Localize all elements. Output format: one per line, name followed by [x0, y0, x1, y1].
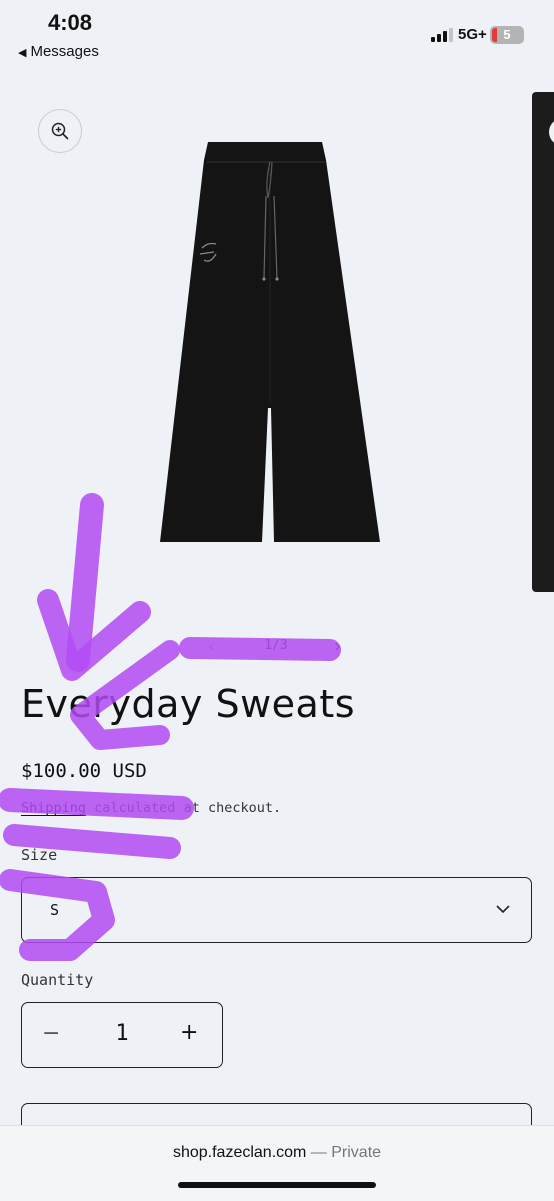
clock: 4:08 — [48, 10, 93, 35]
product-price: $100.00 USD — [21, 760, 147, 782]
network-type: 5G+ — [458, 26, 487, 43]
next-image-preview[interactable] — [532, 92, 554, 592]
slider-controls: ‹ 1/3 › — [200, 634, 360, 658]
back-label: Messages — [30, 43, 99, 60]
browser-address-bar[interactable]: shop.fazeclan.com — Private — [0, 1125, 554, 1201]
back-triangle-icon: ◀ — [18, 47, 27, 59]
battery-icon: 5 — [490, 26, 524, 44]
url-text: shop.fazeclan.com — Private — [0, 1144, 554, 1162]
quantity-input[interactable]: 1 — [112, 1021, 132, 1046]
shipping-link[interactable]: Shipping — [21, 800, 86, 816]
chevron-right-icon[interactable]: › — [334, 636, 341, 657]
domain: shop.fazeclan.com — [172, 1144, 307, 1161]
slide-counter: 1/3 — [264, 638, 288, 653]
url-separator: — — [306, 1144, 332, 1161]
quantity-increase-button[interactable]: + — [180, 1020, 198, 1045]
signal-icon — [431, 28, 455, 42]
chevron-down-icon — [496, 905, 510, 914]
size-value: S — [50, 901, 60, 919]
private-label: Private — [331, 1144, 382, 1161]
zoom-in-icon — [51, 122, 69, 140]
size-label: Size — [21, 846, 58, 864]
shipping-text: calculated at checkout. — [86, 800, 282, 816]
battery-level: 5 — [503, 27, 511, 42]
back-to-messages[interactable]: ◀ Messages — [18, 43, 99, 60]
home-indicator[interactable] — [178, 1182, 376, 1188]
product-image[interactable] — [150, 138, 390, 550]
product-title: Everyday Sweats — [21, 682, 356, 726]
quantity-decrease-button[interactable]: − — [42, 1021, 60, 1046]
status-bar: 4:08 ◀ Messages 5G+ 5 — [0, 0, 554, 72]
quantity-stepper: − 1 + — [21, 1002, 223, 1068]
quantity-label: Quantity — [21, 971, 94, 989]
zoom-button[interactable] — [38, 109, 82, 153]
shipping-note: Shipping calculated at checkout. — [21, 800, 281, 816]
size-select[interactable]: S — [21, 877, 532, 943]
